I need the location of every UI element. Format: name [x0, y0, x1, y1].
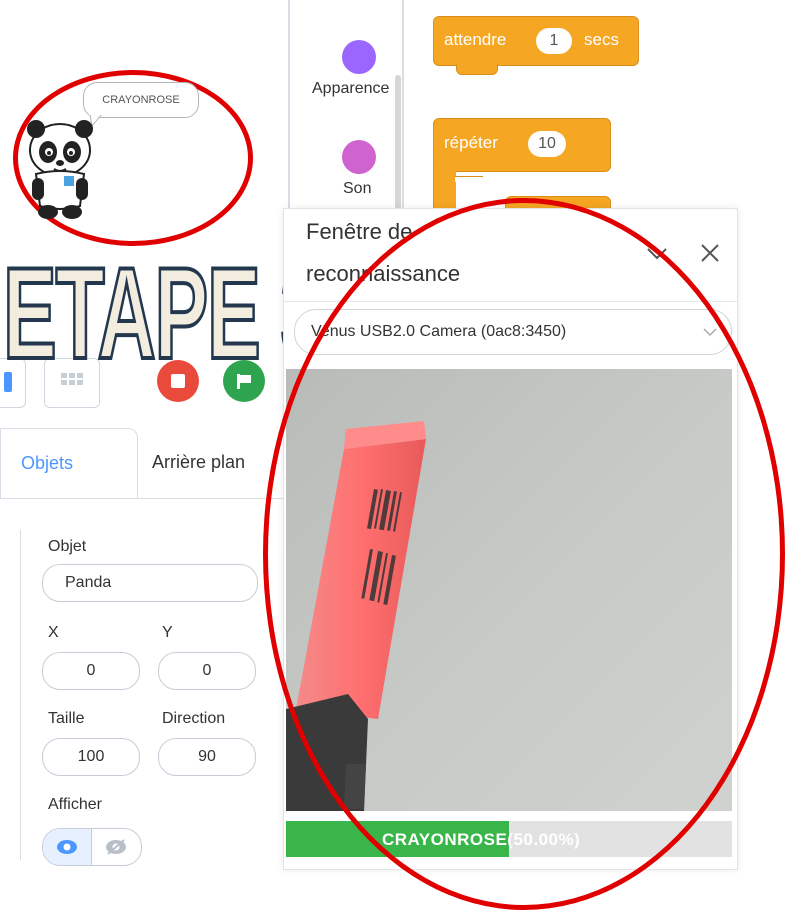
y-label: Y: [162, 624, 173, 641]
show-label: Afficher: [48, 796, 102, 813]
panel-divider: [20, 530, 21, 860]
eye-hidden-icon: [106, 839, 126, 855]
speech-bubble: CRAYONROSE: [83, 82, 199, 118]
window-annotation-circle: [263, 198, 785, 910]
direction-label: Direction: [162, 710, 226, 727]
sound-category-label[interactable]: Son: [343, 180, 371, 198]
repeat-block-slot: [455, 176, 483, 187]
size-field[interactable]: 100: [42, 738, 140, 776]
close-icon[interactable]: [700, 243, 720, 263]
hide-button[interactable]: [92, 829, 141, 865]
size-label: Taille: [48, 710, 85, 727]
looks-category-label[interactable]: Apparence: [312, 80, 389, 98]
eye-icon: [57, 840, 77, 854]
wait-block-unit: secs: [584, 30, 619, 49]
object-label: Objet: [48, 538, 87, 555]
looks-category-icon[interactable]: [342, 40, 376, 74]
sound-category-icon[interactable]: [342, 140, 376, 174]
category-scrollbar[interactable]: [395, 75, 401, 215]
y-field[interactable]: 0: [158, 652, 256, 690]
direction-field[interactable]: 90: [158, 738, 256, 776]
x-label: X: [48, 624, 59, 641]
tab-sprites[interactable]: Objets: [0, 428, 138, 499]
wait-seconds-input[interactable]: 1: [536, 28, 572, 54]
wait-block-notch: [456, 64, 498, 75]
step-banner: ETAPE 3: [2, 240, 327, 386]
repeat-block-arm: [433, 168, 456, 213]
x-field[interactable]: 0: [42, 652, 140, 690]
visibility-toggle[interactable]: [42, 828, 142, 866]
panda-sprite[interactable]: [20, 118, 100, 220]
wait-block-label: attendre: [444, 30, 507, 49]
object-name-field[interactable]: Panda: [42, 564, 258, 602]
tab-divider: [0, 498, 290, 499]
repeat-block-label: répéter: [444, 133, 498, 152]
repeat-count-input[interactable]: 10: [528, 131, 566, 157]
tab-sprites-label: Objets: [21, 453, 74, 473]
repeat-block[interactable]: répéter 10: [433, 118, 611, 172]
wait-block[interactable]: attendre 1 secs: [433, 16, 639, 66]
show-button[interactable]: [43, 829, 92, 865]
tab-backdrops[interactable]: Arrière plan: [152, 452, 245, 473]
